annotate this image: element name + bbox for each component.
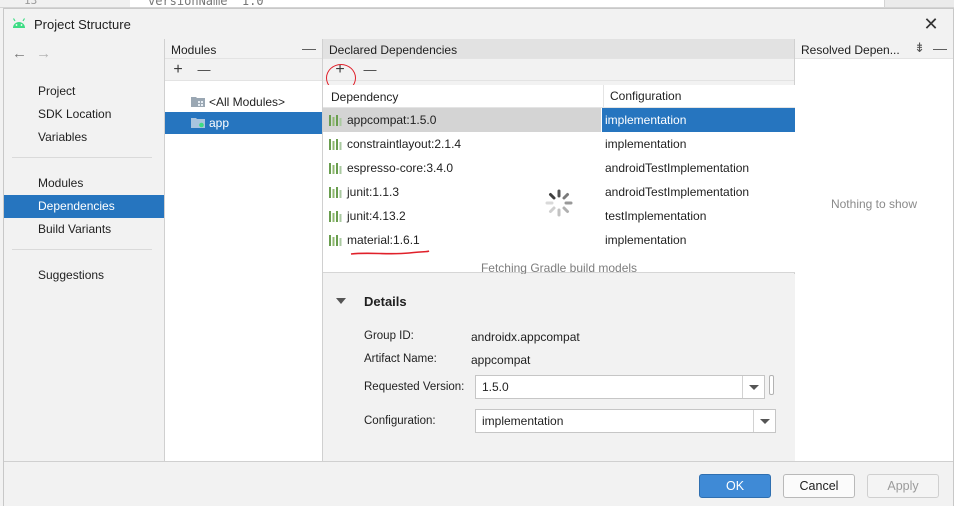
nav-item-suggestions[interactable]: Suggestions <box>4 264 164 287</box>
chevron-down-icon[interactable] <box>753 410 775 432</box>
library-icon <box>329 211 342 222</box>
table-row[interactable]: constraintlayout:2.1.4 implementation <box>323 132 795 156</box>
library-icon <box>329 163 342 174</box>
collapse-panel-icon[interactable]: — <box>302 40 316 56</box>
window-title: Project Structure <box>34 17 131 32</box>
remove-module-button[interactable]: — <box>195 61 213 79</box>
ok-button[interactable]: OK <box>699 474 771 498</box>
nav-item-dependencies[interactable]: Dependencies <box>4 195 164 218</box>
artifact-name-value: appcompat <box>471 353 531 367</box>
collapse-details-icon[interactable] <box>336 298 346 304</box>
configuration-value: implementation <box>482 414 564 428</box>
library-icon <box>329 187 342 198</box>
configuration-cell: implementation <box>605 233 687 247</box>
module-item-all-modules[interactable]: <All Modules> <box>165 91 322 113</box>
artifact-name-label: Artifact Name: <box>364 353 437 365</box>
group-id-value: androidx.appcompat <box>471 330 580 344</box>
nav-item-sdk-location[interactable]: SDK Location <box>4 103 164 126</box>
loading-spinner-icon <box>545 189 573 217</box>
details-header: Details <box>364 294 407 309</box>
dialog-button-bar: OK Cancel Apply <box>4 461 953 506</box>
declared-dependencies-header: Declared Dependencies <box>323 39 794 59</box>
dependency-name: espresso-core:3.4.0 <box>347 161 454 175</box>
dependency-cell: constraintlayout:2.1.4 <box>323 132 601 156</box>
table-row[interactable]: espresso-core:3.4.0 androidTestImplement… <box>323 156 795 180</box>
annotation-underline <box>350 250 430 255</box>
dependency-name: material:1.6.1 <box>347 233 420 247</box>
dependency-name: junit:1.1.3 <box>347 185 400 199</box>
module-label: <All Modules> <box>209 95 286 109</box>
sort-icon[interactable]: ⇟ <box>914 40 925 56</box>
version-field-handle[interactable] <box>769 375 774 395</box>
declared-dependencies-label: Declared Dependencies <box>329 43 458 57</box>
nav-item-modules[interactable]: Modules <box>4 172 164 195</box>
details-section: Details Group ID: androidx.appcompat Art… <box>323 274 795 461</box>
left-navigation: ← → Project SDK Location Variables Modul… <box>4 39 165 461</box>
requested-version-value: 1.5.0 <box>482 380 509 394</box>
modules-header-label: Modules <box>171 43 217 57</box>
editor-background: 13 versionName "1.0" <box>0 0 954 8</box>
library-icon <box>329 115 342 126</box>
configuration-label: Configuration: <box>364 415 436 427</box>
cancel-button[interactable]: Cancel <box>783 474 855 498</box>
android-icon <box>12 18 26 28</box>
chevron-down-icon[interactable] <box>742 376 764 398</box>
module-folder-icon <box>191 97 205 107</box>
table-row[interactable]: appcompat:1.5.0 implementation <box>323 108 795 132</box>
dependencies-toolbar: + — <box>323 59 794 81</box>
project-structure-dialog: Project Structure ✕ ← → Project SDK Loca… <box>3 8 954 506</box>
configuration-cell: testImplementation <box>605 209 707 223</box>
editor-gutter <box>0 0 130 7</box>
modules-panel: Modules — + — <All Modules> app <box>165 39 323 461</box>
configuration-cell: implementation <box>602 108 795 132</box>
dependency-cell: appcompat:1.5.0 <box>323 108 601 132</box>
group-id-label: Group ID: <box>364 330 414 342</box>
configuration-combo[interactable]: implementation <box>475 409 776 433</box>
resolved-dependencies-header: Resolved Depen... ⇟ — <box>795 39 953 59</box>
editor-line-number: 13 <box>24 0 38 7</box>
library-icon <box>329 235 342 246</box>
back-arrow-icon[interactable]: ← <box>12 45 32 62</box>
configuration-cell: androidTestImplementation <box>605 161 750 175</box>
modules-toolbar: + — <box>165 59 322 81</box>
nav-divider <box>12 157 152 158</box>
add-module-button[interactable]: + <box>169 61 187 79</box>
library-icon <box>329 139 342 150</box>
requested-version-combo[interactable]: 1.5.0 <box>475 375 765 399</box>
dependency-cell: espresso-core:3.4.0 <box>323 156 601 180</box>
editor-code-line: versionName "1.0" <box>148 0 271 8</box>
resolved-dependencies-label: Resolved Depen... <box>801 43 900 57</box>
requested-version-label: Requested Version: <box>364 381 465 393</box>
remove-dependency-button[interactable]: — <box>361 61 379 79</box>
nav-divider <box>12 249 152 250</box>
module-folder-icon <box>191 118 205 128</box>
configuration-cell: implementation <box>605 137 687 151</box>
collapse-panel-icon[interactable]: — <box>933 40 947 56</box>
nav-arrows: ← → <box>12 45 56 62</box>
column-header-dependency[interactable]: Dependency <box>331 90 398 104</box>
nav-item-build-variants[interactable]: Build Variants <box>4 218 164 241</box>
fetching-status: Fetching Gradle build models <box>480 261 638 275</box>
title-bar: Project Structure ✕ <box>4 9 953 39</box>
dependency-name: junit:4.13.2 <box>347 209 406 223</box>
empty-state-text: Nothing to show <box>830 197 918 211</box>
nav-item-variables[interactable]: Variables <box>4 126 164 149</box>
configuration-cell: androidTestImplementation <box>605 185 750 199</box>
module-label: app <box>209 116 230 130</box>
dependencies-table-header: Dependency Configuration <box>323 85 795 108</box>
dependency-name: appcompat:1.5.0 <box>347 113 437 127</box>
nav-item-project[interactable]: Project <box>4 80 164 103</box>
modules-header: Modules — <box>165 39 322 59</box>
editor-side-panel <box>884 0 954 7</box>
dependency-name: constraintlayout:2.1.4 <box>347 137 462 151</box>
declared-dependencies-panel: Declared Dependencies + — Dependency Con… <box>323 39 795 461</box>
forward-arrow-icon[interactable]: → <box>36 45 56 62</box>
module-item-app[interactable]: app <box>165 112 322 134</box>
resolved-dependencies-panel: Resolved Depen... ⇟ — Nothing to show <box>795 39 953 461</box>
column-header-configuration[interactable]: Configuration <box>603 85 681 108</box>
close-icon[interactable]: ✕ <box>915 11 947 37</box>
apply-button[interactable]: Apply <box>867 474 939 498</box>
